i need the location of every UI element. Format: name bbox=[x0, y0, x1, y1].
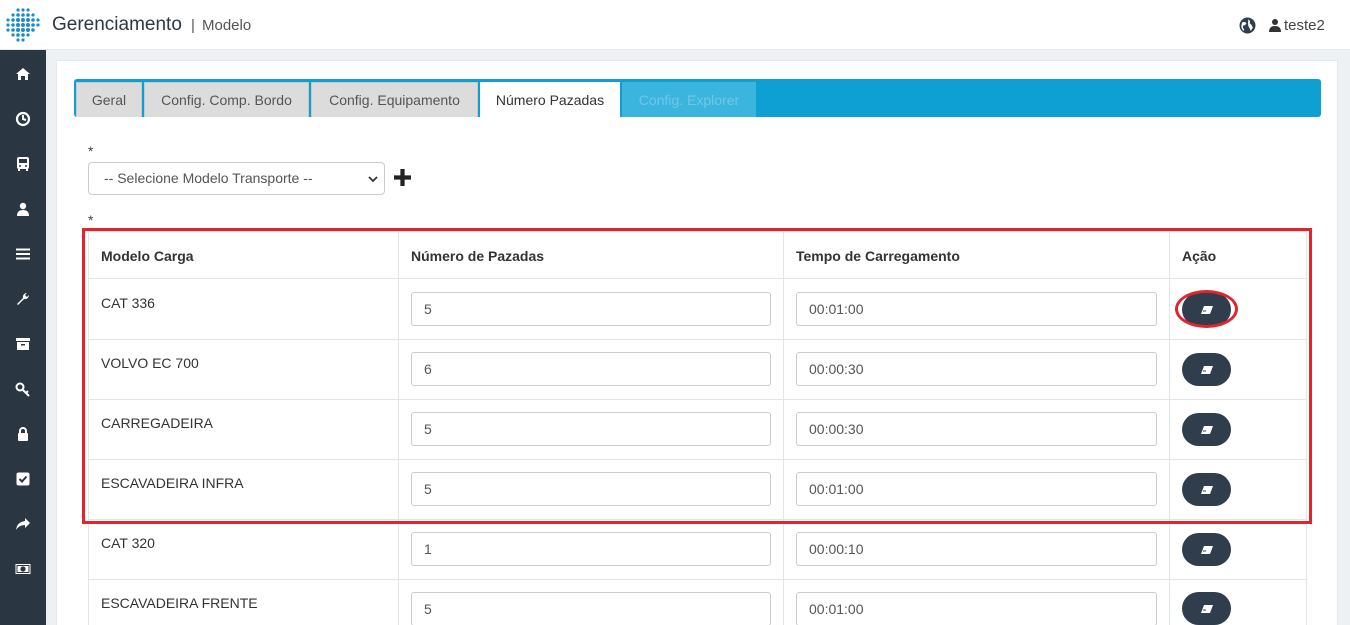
sidebar bbox=[0, 50, 46, 625]
sidebar-item-archive[interactable] bbox=[0, 329, 46, 359]
globe-icon[interactable] bbox=[1239, 17, 1256, 34]
top-header: Gerenciamento | Modelo teste2 bbox=[0, 0, 1350, 50]
tab-config-equipamento[interactable]: Config. Equipamento bbox=[311, 82, 478, 117]
clear-button[interactable] bbox=[1182, 592, 1231, 625]
select-value: -- Selecione Modelo Transporte -- bbox=[104, 170, 313, 186]
sidebar-item-bus[interactable] bbox=[0, 149, 46, 179]
row-model-name: ESCAVADEIRA FRENTE bbox=[101, 595, 258, 611]
checkbox-icon bbox=[16, 472, 30, 486]
app-title: Gerenciamento bbox=[52, 14, 182, 35]
chevron-down-icon bbox=[368, 176, 378, 183]
sidebar-item-menu[interactable] bbox=[0, 239, 46, 269]
sidebar-item-dashboard[interactable] bbox=[0, 104, 46, 134]
tab-config-explorer: Config. Explorer bbox=[622, 82, 756, 117]
sidebar-item-tools[interactable] bbox=[0, 284, 46, 314]
key-icon bbox=[15, 382, 30, 397]
bus-icon bbox=[17, 157, 29, 171]
home-icon bbox=[16, 68, 30, 80]
user-icon[interactable] bbox=[1269, 18, 1281, 32]
required-marker-table: * bbox=[88, 212, 94, 228]
tab-numero-pazadas[interactable]: Número Pazadas bbox=[480, 82, 620, 117]
sidebar-item-share[interactable] bbox=[0, 509, 46, 539]
row-model-name: CAT 320 bbox=[101, 535, 155, 551]
highlight-ellipse bbox=[1175, 290, 1238, 328]
eraser-icon bbox=[1200, 604, 1213, 613]
row-divider bbox=[88, 579, 1306, 580]
add-icon[interactable] bbox=[394, 169, 411, 186]
pazadas-input[interactable]: 1 bbox=[411, 532, 771, 566]
user-icon bbox=[17, 202, 29, 216]
money-icon bbox=[15, 564, 31, 574]
archive-icon bbox=[16, 338, 30, 350]
sidebar-item-security[interactable] bbox=[0, 419, 46, 449]
tab-config-comp-bordo[interactable]: Config. Comp. Bordo bbox=[144, 82, 309, 117]
lock-icon bbox=[18, 427, 28, 441]
clear-button[interactable] bbox=[1182, 533, 1231, 566]
title-separator: | bbox=[191, 17, 195, 34]
highlight-rectangle bbox=[82, 228, 1312, 524]
sidebar-item-users[interactable] bbox=[0, 194, 46, 224]
menu-icon bbox=[16, 248, 30, 260]
logo-icon[interactable] bbox=[4, 6, 42, 44]
wrench-icon bbox=[17, 292, 30, 305]
sidebar-item-keys[interactable] bbox=[0, 374, 46, 404]
dashboard-icon bbox=[15, 111, 31, 127]
sidebar-item-tasks[interactable] bbox=[0, 464, 46, 494]
pazadas-input[interactable]: 5 bbox=[411, 592, 771, 625]
share-icon bbox=[16, 518, 30, 530]
sidebar-item-home[interactable] bbox=[0, 59, 46, 89]
modelo-transporte-select[interactable]: -- Selecione Modelo Transporte -- bbox=[88, 162, 385, 195]
page-subtitle: Modelo bbox=[202, 17, 252, 34]
tab-geral[interactable]: Geral bbox=[76, 82, 142, 117]
tempo-input[interactable]: 00:00:10 bbox=[796, 532, 1157, 566]
eraser-icon bbox=[1200, 545, 1213, 554]
required-marker: * bbox=[88, 143, 94, 159]
tempo-input[interactable]: 00:01:00 bbox=[796, 592, 1157, 625]
user-name[interactable]: teste2 bbox=[1284, 17, 1325, 34]
sidebar-item-finance[interactable] bbox=[0, 554, 46, 584]
